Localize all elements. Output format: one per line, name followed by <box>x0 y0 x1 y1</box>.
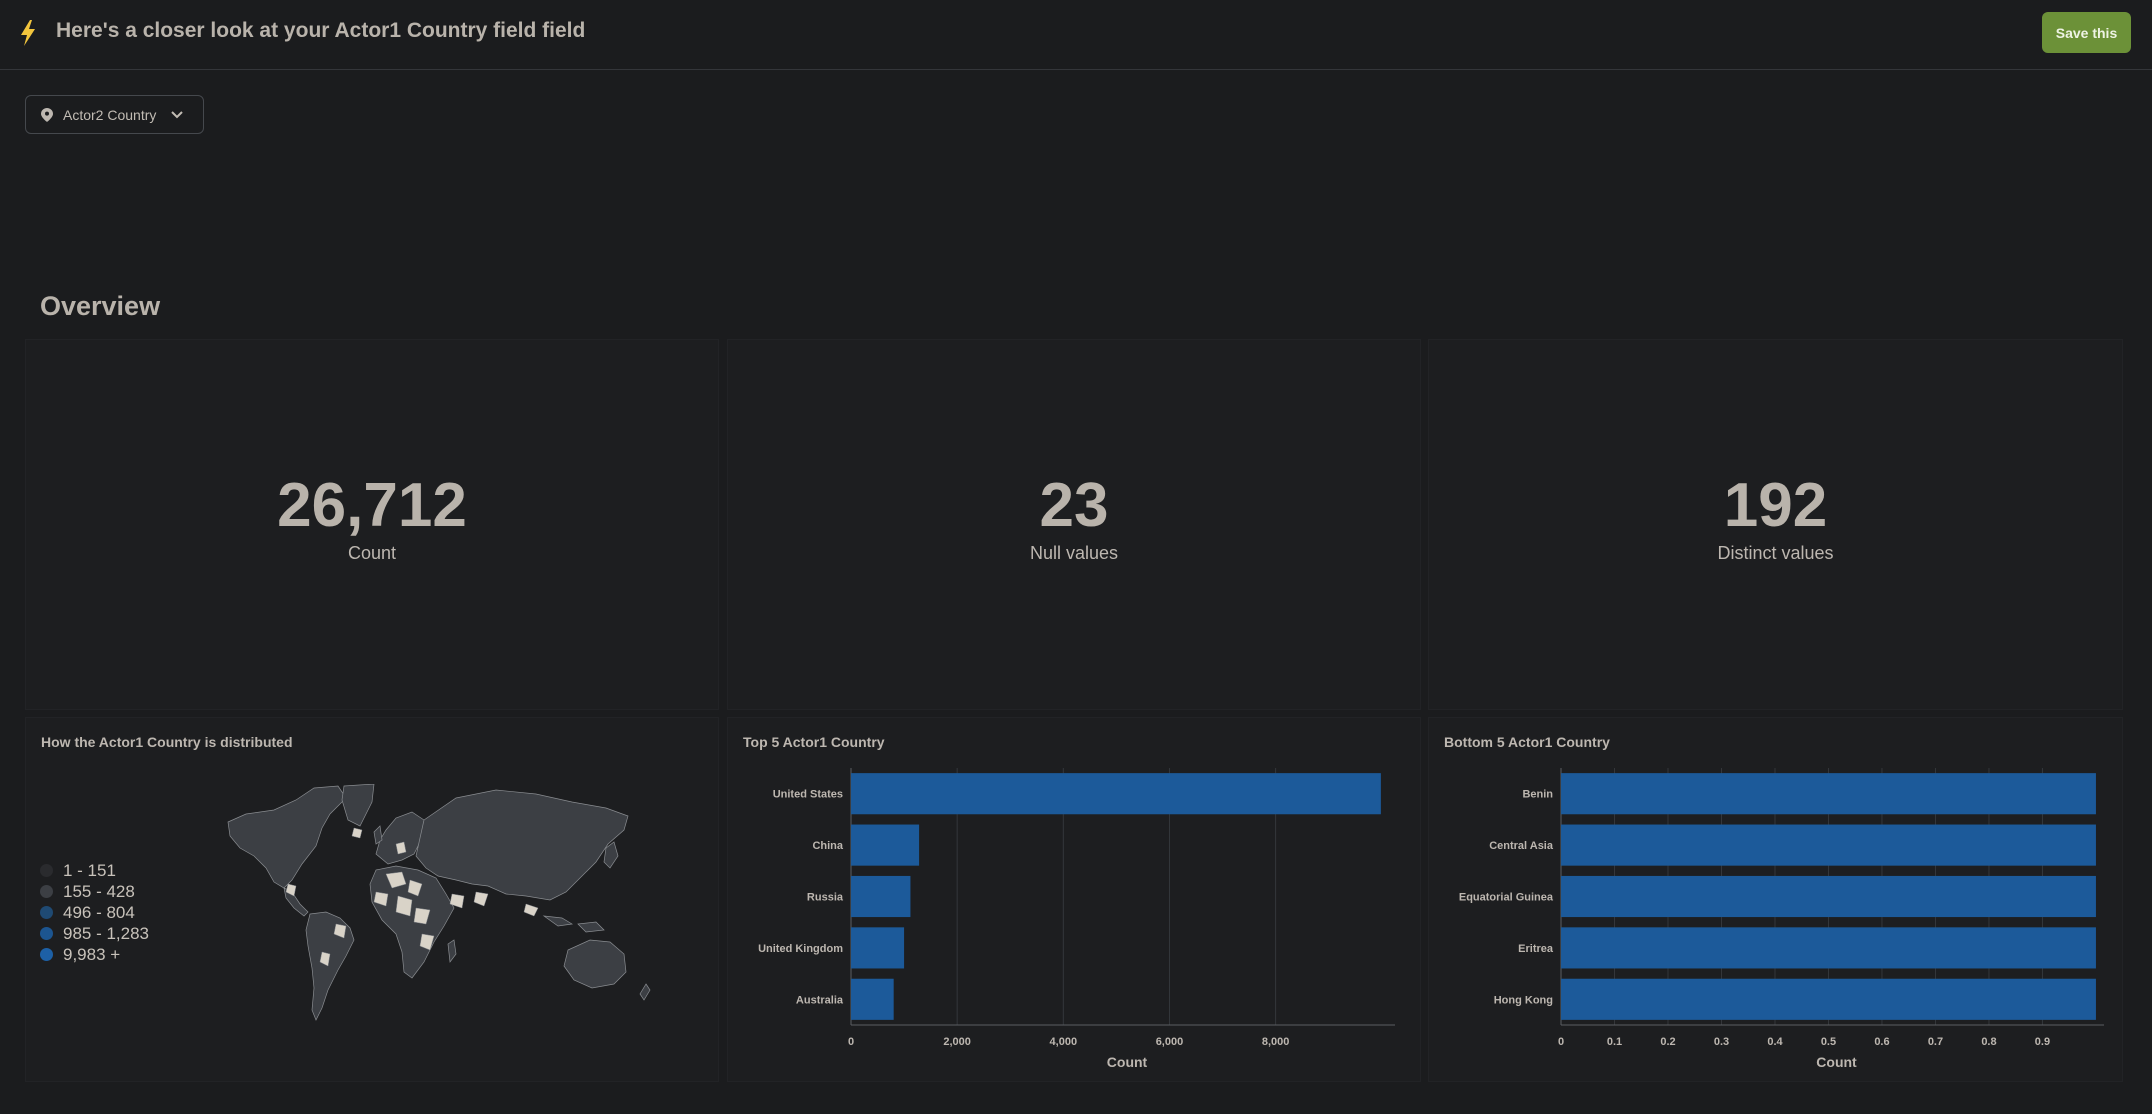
header-bar: Here's a closer look at your Actor1 Coun… <box>0 0 2152 70</box>
legend-dot <box>40 864 53 877</box>
legend-item: 496 - 804 <box>40 902 149 923</box>
x-tick-label: 0 <box>1558 1036 1564 1048</box>
bar <box>1561 978 2096 1020</box>
location-pin-icon <box>41 107 53 122</box>
legend-dot <box>40 885 53 898</box>
metric-value-count: 26,712 <box>277 471 467 540</box>
category-label: United Kingdom <box>758 943 843 955</box>
field-selector-dropdown[interactable]: Actor2 Country <box>25 95 204 134</box>
metric-label-null: Null values <box>1029 543 1119 563</box>
x-tick-label: 8,000 <box>1262 1036 1290 1048</box>
metric-value-null: 23 <box>1039 471 1109 540</box>
top5-bar-chart: 0 2,000 4,000 6,000 8,000 United States China R… <box>758 768 1395 1070</box>
legend-label: 496 - 804 <box>63 902 135 922</box>
x-tick-label: 0.9 <box>2035 1036 2050 1048</box>
bar <box>851 875 911 918</box>
legend-dot <box>40 927 53 940</box>
category-label: United States <box>773 789 843 801</box>
x-tick-label: 0.8 <box>1981 1036 1996 1048</box>
x-tick-label: 0.2 <box>1660 1036 1675 1048</box>
bar <box>1561 875 2096 918</box>
bottom5-chart-title: Bottom 5 Actor1 Country <box>1444 734 1610 750</box>
save-button[interactable]: Save this <box>2042 12 2131 53</box>
bar <box>1561 927 2096 969</box>
map-legend: 1 - 151 155 - 428 496 - 804 985 - 1,283 … <box>40 860 149 965</box>
legend-label: 9,983 + <box>63 944 121 964</box>
category-label: Eritrea <box>1518 943 1554 955</box>
x-tick-label: 0.3 <box>1714 1036 1729 1048</box>
category-label: Russia <box>807 892 844 904</box>
x-tick-label: 0.4 <box>1767 1036 1783 1048</box>
bottom5-bar-chart: 0 0.1 0.2 0.3 0.4 0.5 0.6 0.7 0.8 0.9 Benin Central… <box>1459 768 2104 1070</box>
category-label: Benin <box>1522 789 1553 801</box>
map-card-title: How the Actor1 Country is distributed <box>41 734 293 750</box>
field-selector-label: Actor2 Country <box>63 106 157 123</box>
x-tick-label: 6,000 <box>1156 1036 1184 1048</box>
x-tick-label: 0.6 <box>1874 1036 1889 1048</box>
bar <box>851 978 894 1020</box>
section-title-overview: Overview <box>40 291 161 321</box>
x-tick-label: 2,000 <box>943 1036 971 1048</box>
x-tick-label: 0.7 <box>1928 1036 1943 1048</box>
legend-label: 155 - 428 <box>63 881 135 901</box>
lightning-bolt-icon <box>21 20 35 46</box>
bar <box>1561 824 2096 866</box>
world-map <box>227 784 651 1021</box>
legend-item: 155 - 428 <box>40 881 149 902</box>
legend-dot <box>40 906 53 919</box>
legend-item: 1 - 151 <box>40 860 149 881</box>
category-label: Hong Kong <box>1494 994 1553 1006</box>
bar <box>851 927 905 969</box>
x-axis-label: Count <box>1107 1054 1148 1070</box>
legend-item: 985 - 1,283 <box>40 923 149 944</box>
x-tick-label: 4,000 <box>1050 1036 1078 1048</box>
category-label: Equatorial Guinea <box>1459 892 1554 904</box>
metric-label-count: Count <box>347 543 397 563</box>
metric-label-distinct: Distinct values <box>1717 543 1834 563</box>
x-tick-label: 0.1 <box>1607 1036 1622 1048</box>
top5-chart-title: Top 5 Actor1 Country <box>743 734 885 750</box>
bar <box>1561 773 2096 815</box>
metric-value-distinct: 192 <box>1723 471 1828 540</box>
category-label: China <box>812 840 843 852</box>
x-tick-label: 0 <box>848 1036 854 1048</box>
bar <box>851 824 920 866</box>
legend-label: 1 - 151 <box>63 860 116 880</box>
legend-label: 985 - 1,283 <box>63 923 150 943</box>
bar <box>851 773 1381 815</box>
chevron-down-icon <box>171 110 184 118</box>
x-axis-label: Count <box>1816 1054 1857 1070</box>
legend-dot <box>40 948 53 961</box>
legend-item: 9,983 + <box>40 944 149 965</box>
category-label: Australia <box>796 994 844 1006</box>
category-label: Central Asia <box>1489 840 1554 852</box>
page-title: Here's a closer look at your Actor1 Coun… <box>56 19 586 42</box>
x-tick-label: 0.5 <box>1821 1036 1836 1048</box>
